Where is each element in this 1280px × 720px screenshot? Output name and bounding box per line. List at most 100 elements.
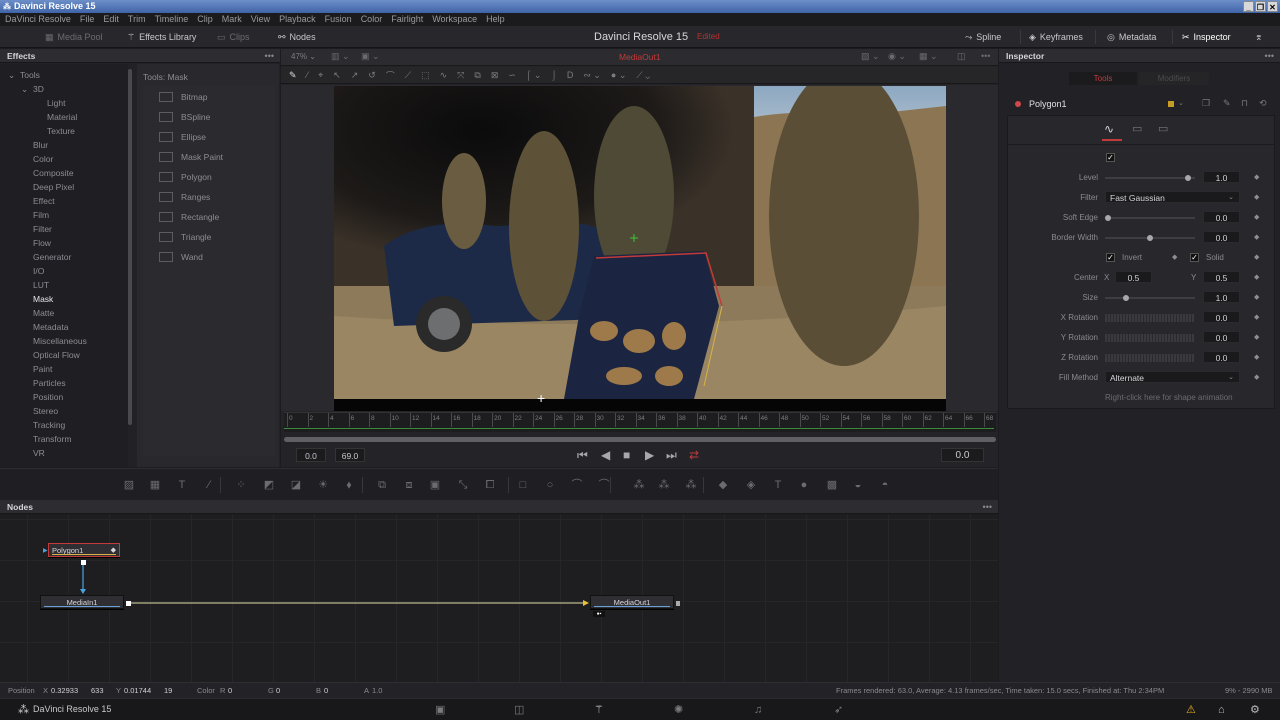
tree-item-mask[interactable]: Mask xyxy=(33,294,53,304)
menu-color[interactable]: Color xyxy=(361,13,383,26)
image-tab-icon[interactable]: ▭ xyxy=(1132,122,1142,135)
tree-item-filter[interactable]: Filter xyxy=(33,224,52,234)
lut-dropdown[interactable]: ▨ ⌄ xyxy=(861,51,880,62)
deliver-page-icon[interactable]: ➶ xyxy=(834,703,843,717)
nodes-button[interactable]: ⚯ Nodes xyxy=(278,26,316,48)
viewer-canvas[interactable]: + xyxy=(281,85,998,411)
level-keyframe-icon[interactable]: ◆ xyxy=(1254,173,1259,181)
tree-item-tracking[interactable]: Tracking xyxy=(33,420,65,430)
shape-icon[interactable]: ⌠ ⌄ xyxy=(526,70,541,81)
z-rotation-value[interactable]: 0.0 xyxy=(1203,351,1240,363)
nodes-options-icon[interactable]: ••• xyxy=(983,502,992,512)
fusion-page-icon[interactable]: ⚚ xyxy=(594,703,604,717)
tree-item-optical-flow[interactable]: Optical Flow xyxy=(33,350,80,360)
tree-item-stereo[interactable]: Stereo xyxy=(33,406,58,416)
matte-control-tool-icon[interactable]: ⬧ xyxy=(342,478,356,492)
modify-tool-icon[interactable]: ↗ xyxy=(351,70,359,81)
tree-item-film[interactable]: Film xyxy=(33,210,49,220)
render-start-field[interactable]: 0.0 xyxy=(296,448,326,462)
polygon-tool-icon[interactable]: ⌒ xyxy=(570,478,584,492)
tree-item-composite[interactable]: Composite xyxy=(33,168,74,178)
particle-emitter-tool-icon[interactable]: ⁂ xyxy=(632,478,646,492)
level-value[interactable]: 1.0 xyxy=(1203,171,1240,183)
slider-knob[interactable] xyxy=(1123,295,1130,301)
tree-item-transform[interactable]: Transform xyxy=(33,434,71,444)
menu-view[interactable]: View xyxy=(251,13,270,26)
tool-rectangle[interactable]: Rectangle xyxy=(159,212,219,222)
media-page-icon[interactable]: ▣ xyxy=(435,703,445,717)
x-rotation-value[interactable]: 0.0 xyxy=(1203,311,1240,323)
tree-item-material[interactable]: Material xyxy=(47,112,77,122)
merge-tool-icon[interactable]: ⧉ xyxy=(375,478,389,492)
minimize-button[interactable]: _ xyxy=(1243,1,1254,12)
close-button[interactable]: ✕ xyxy=(1267,1,1278,12)
home-icon[interactable]: ⌂ xyxy=(1218,703,1225,717)
controls-tab-icon[interactable]: ∿ xyxy=(1104,122,1114,136)
keyframes-button[interactable]: ◈ Keyframes xyxy=(1029,26,1083,48)
select-tool-icon[interactable]: ⌖ xyxy=(318,70,323,81)
color-dropdown-icon[interactable]: ⌄ xyxy=(1178,99,1184,107)
bounding-box-icon[interactable]: ⧉ xyxy=(474,70,480,81)
tool-triangle[interactable]: Triangle xyxy=(159,232,211,242)
fairlight-page-icon[interactable]: ♫ xyxy=(754,703,762,717)
color-page-icon[interactable]: ✺ xyxy=(674,703,683,717)
fill-method-keyframe-icon[interactable]: ◆ xyxy=(1254,373,1259,381)
tree-item-color[interactable]: Color xyxy=(33,154,53,164)
camera-3d-tool-icon[interactable]: ▩ xyxy=(825,478,839,492)
soft-edge-slider[interactable] xyxy=(1105,215,1195,221)
restore-button[interactable]: ❐ xyxy=(1255,1,1266,12)
merge-3d-tool-icon[interactable]: ◈ xyxy=(744,478,758,492)
border-width-value[interactable]: 0.0 xyxy=(1203,231,1240,243)
center-y-value[interactable]: 0.5 xyxy=(1203,271,1240,283)
z-rotation-thumbwheel[interactable] xyxy=(1105,354,1195,362)
stop-button[interactable]: ■ xyxy=(623,447,630,463)
node-mediaout1[interactable]: MediaOut1 xyxy=(590,595,674,609)
background-tool-icon[interactable]: ▨ xyxy=(122,478,136,492)
menu-clip[interactable]: Clip xyxy=(197,13,213,26)
mediain-output-port[interactable] xyxy=(126,601,131,606)
tab-tools[interactable]: Tools xyxy=(1069,72,1137,85)
tree-scrollbar[interactable] xyxy=(128,69,132,425)
clips-button[interactable]: ▭ Clips xyxy=(217,26,250,48)
polygon-output-port[interactable] xyxy=(81,560,86,565)
tab-modifiers[interactable]: Modifiers xyxy=(1139,72,1209,85)
tree-item-particles[interactable]: Particles xyxy=(33,378,66,388)
select-all-icon[interactable]: ⬚ xyxy=(421,70,430,81)
tree-item-light[interactable]: Light xyxy=(47,98,65,108)
edit-page-icon[interactable]: ◫ xyxy=(514,703,524,717)
menu-timeline[interactable]: Timeline xyxy=(155,13,189,26)
media-pool-button[interactable]: ▦ Media Pool xyxy=(45,26,103,48)
tree-item-deep-pixel[interactable]: Deep Pixel xyxy=(33,182,74,192)
tree-item-i-o[interactable]: I/O xyxy=(33,266,44,276)
y-rotation-keyframe-icon[interactable]: ◆ xyxy=(1254,333,1259,341)
inspector-button[interactable]: ✂ Inspector xyxy=(1182,26,1231,48)
transform-icon[interactable]: ⤧ xyxy=(457,70,464,81)
menu-workspace[interactable]: Workspace xyxy=(432,13,477,26)
border-width-slider[interactable] xyxy=(1105,235,1195,241)
settings-gear-icon[interactable]: ⚙ xyxy=(1250,703,1260,717)
x-rotation-keyframe-icon[interactable]: ◆ xyxy=(1254,313,1259,321)
soft-edge-value[interactable]: 0.0 xyxy=(1203,211,1240,223)
inspector-options-icon[interactable]: ••• xyxy=(1265,51,1274,61)
panel-options-icon[interactable]: ••• xyxy=(265,51,274,61)
draw-tool-icon[interactable]: ⁄ xyxy=(307,70,309,80)
tree-item-blur[interactable]: Blur xyxy=(33,140,48,150)
tree-item-tools[interactable]: ⌄ Tools xyxy=(8,70,40,80)
play-forward-button[interactable]: ▶ xyxy=(645,447,654,463)
viewer-layout-dropdown[interactable]: ▥ ⌄ xyxy=(331,51,350,62)
y-rotation-thumbwheel[interactable] xyxy=(1105,334,1195,342)
insert-tool-icon[interactable]: ↖ xyxy=(333,70,341,81)
node-color-swatch[interactable] xyxy=(1168,101,1174,107)
tool-ranges[interactable]: Ranges xyxy=(159,192,210,202)
menu-mark[interactable]: Mark xyxy=(222,13,242,26)
node-graph[interactable]: ▶ Polygon1 ◆ MediaIn1 MediaOut1 ●▪ xyxy=(0,515,998,682)
spline-button[interactable]: ⤳ Spline xyxy=(965,26,1001,48)
shape-animation-hint[interactable]: Right-click here for shape animation xyxy=(1105,393,1233,402)
tree-item-matte[interactable]: Matte xyxy=(33,308,54,318)
y-rotation-value[interactable]: 0.0 xyxy=(1203,331,1240,343)
solid-keyframe-icon[interactable]: ◆ xyxy=(1254,253,1259,261)
menu-help[interactable]: Help xyxy=(486,13,505,26)
size-slider[interactable] xyxy=(1105,295,1195,301)
keyframe-icon[interactable]: ∿ xyxy=(440,70,448,81)
lock-icon[interactable]: ⊓ xyxy=(1241,98,1248,109)
